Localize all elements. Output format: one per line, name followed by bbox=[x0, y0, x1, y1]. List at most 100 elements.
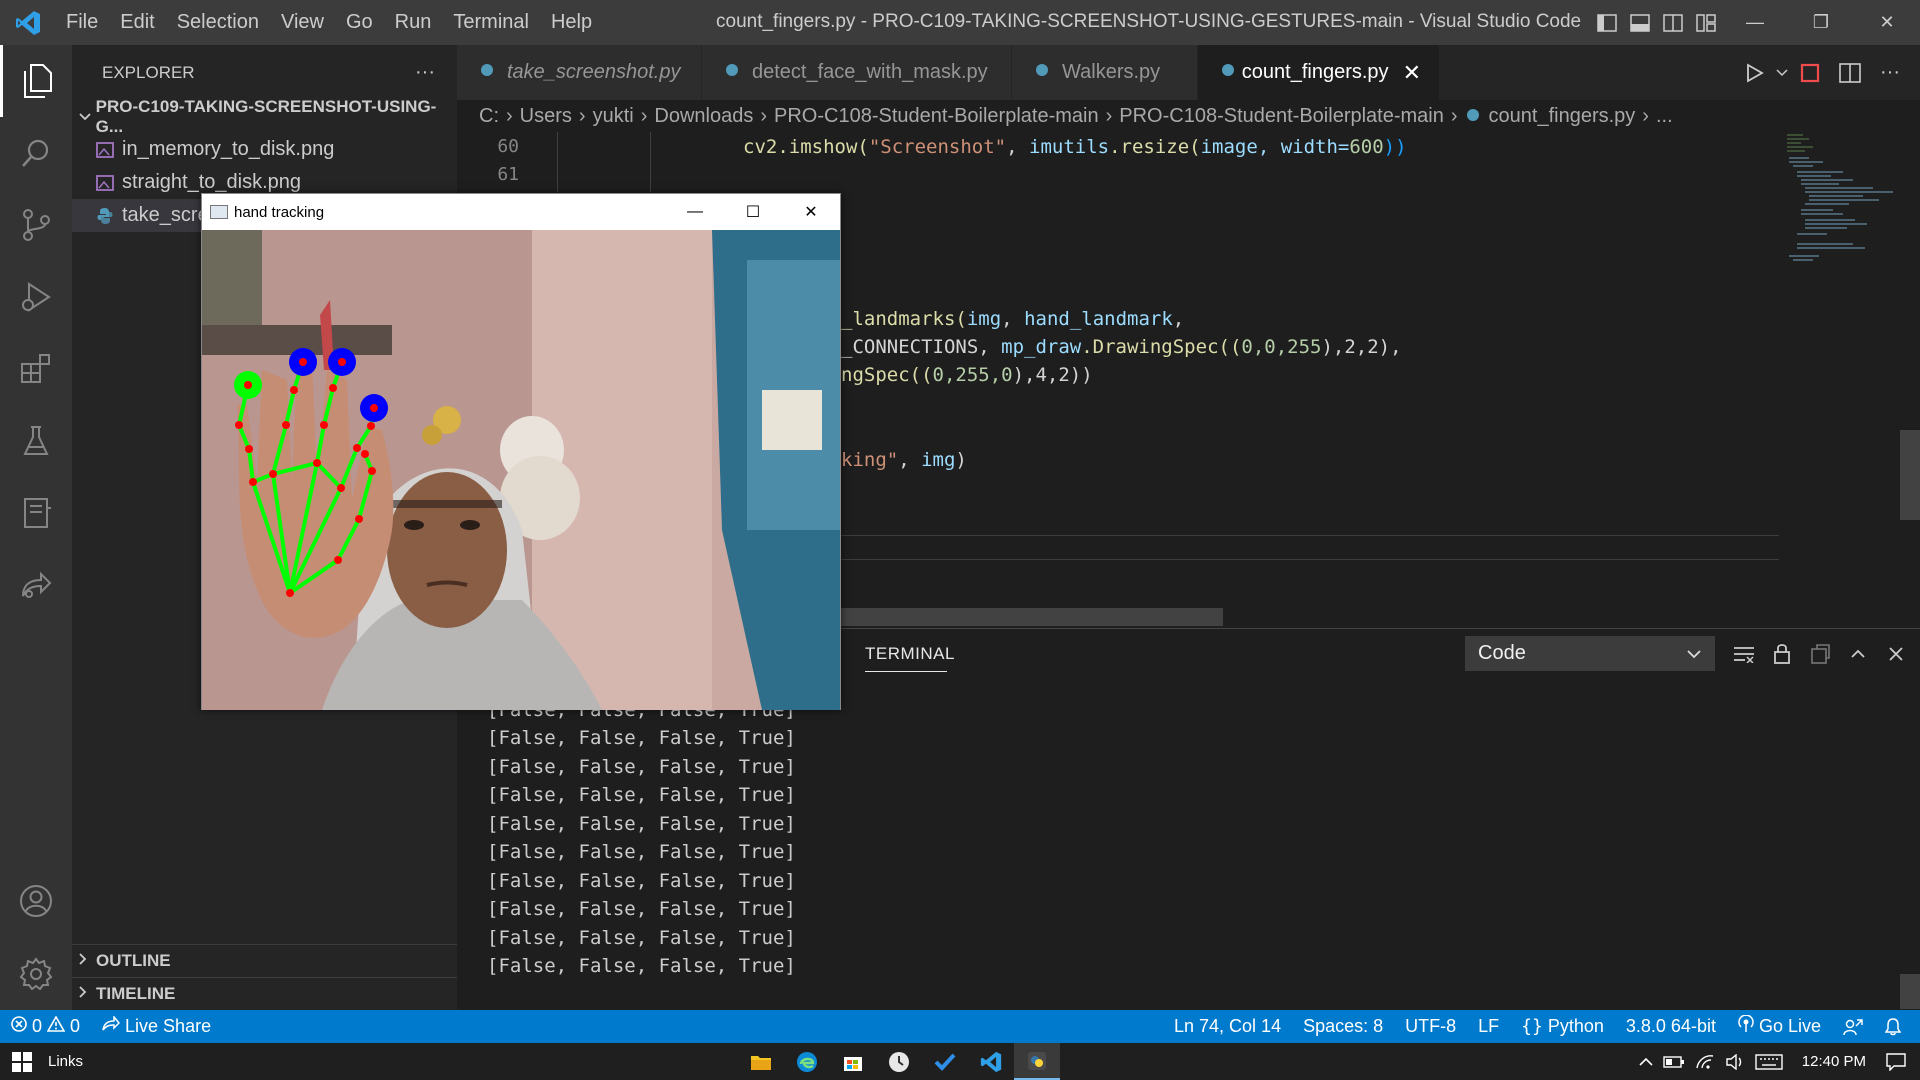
tab-walkers[interactable]: Walkers.py bbox=[1012, 45, 1198, 100]
explorer-title: EXPLORER bbox=[102, 62, 195, 82]
menu-view[interactable]: View bbox=[270, 11, 335, 34]
editor-tabs: take_screenshot.py detect_face_with_mask… bbox=[457, 45, 1920, 100]
menu-help[interactable]: Help bbox=[540, 11, 603, 34]
python-interpreter[interactable]: 3.8.0 64-bit bbox=[1615, 1016, 1727, 1037]
encoding[interactable]: UTF-8 bbox=[1394, 1016, 1467, 1037]
clock-time[interactable]: 12:40 PM bbox=[1788, 1053, 1880, 1070]
code-token: , bbox=[1006, 136, 1030, 158]
minimap[interactable] bbox=[1783, 132, 1905, 280]
menu-file[interactable]: File bbox=[55, 11, 109, 34]
notebook-icon[interactable] bbox=[0, 477, 72, 549]
more-actions-icon[interactable]: ··· bbox=[1870, 61, 1910, 84]
open-in-editor-icon[interactable] bbox=[1801, 636, 1839, 671]
run-debug-icon[interactable] bbox=[0, 261, 72, 333]
menu-run[interactable]: Run bbox=[384, 11, 443, 34]
outline-section[interactable]: OUTLINE bbox=[72, 944, 457, 977]
todo-app-icon[interactable] bbox=[922, 1043, 968, 1080]
source-control-icon[interactable] bbox=[0, 189, 72, 261]
breadcrumb-item[interactable]: C: bbox=[479, 105, 499, 128]
language-mode[interactable]: {} Python bbox=[1510, 1016, 1615, 1037]
editor-vertical-scrollbar[interactable] bbox=[1900, 430, 1920, 520]
problems-status[interactable]: 0 0 bbox=[0, 1015, 91, 1037]
close-button[interactable]: ✕ bbox=[1854, 0, 1920, 45]
explorer-more-actions[interactable]: ··· bbox=[415, 61, 435, 84]
file-item[interactable]: in_memory_to_disk.png bbox=[72, 133, 457, 166]
panel-scrollbar[interactable] bbox=[1900, 974, 1920, 1009]
menu-terminal[interactable]: Terminal bbox=[442, 11, 540, 34]
end-of-line[interactable]: LF bbox=[1467, 1016, 1510, 1037]
microsoft-store-icon[interactable] bbox=[830, 1043, 876, 1080]
go-live-button[interactable]: Go Live bbox=[1727, 1014, 1832, 1038]
cv-minimize-button[interactable]: — bbox=[666, 194, 724, 230]
breadcrumb-item[interactable]: PRO-C108-Student-Boilerplate-main bbox=[774, 105, 1099, 128]
tab-take-screenshot[interactable]: take_screenshot.py bbox=[457, 45, 702, 100]
breadcrumb-item[interactable]: yukti bbox=[593, 105, 634, 128]
restore-button[interactable]: ❐ bbox=[1788, 0, 1854, 45]
live-share-status[interactable]: Live Share bbox=[91, 1014, 222, 1037]
customize-layout-icon[interactable] bbox=[1689, 0, 1722, 45]
editor-horizontal-scrollbar[interactable] bbox=[840, 608, 1223, 626]
vscode-taskbar-icon[interactable] bbox=[968, 1043, 1014, 1080]
code-token: _landmarks( bbox=[841, 308, 967, 330]
close-panel-icon[interactable] bbox=[1877, 636, 1915, 671]
search-icon[interactable] bbox=[0, 117, 72, 189]
maximize-panel-chevron-up-icon[interactable] bbox=[1839, 636, 1877, 671]
python-taskbar-icon[interactable] bbox=[1014, 1043, 1060, 1080]
tab-count-fingers[interactable]: count_fingers.py ✕ bbox=[1198, 45, 1440, 100]
account-icon[interactable] bbox=[0, 865, 72, 937]
run-python-file-icon[interactable] bbox=[1734, 62, 1774, 84]
clock-app-icon[interactable] bbox=[876, 1043, 922, 1080]
show-hidden-icons-chevron-icon[interactable] bbox=[1634, 1057, 1658, 1067]
breadcrumb-item[interactable]: count_fingers.py bbox=[1489, 105, 1636, 128]
menu-go[interactable]: Go bbox=[335, 11, 384, 34]
tab-detect-face-with-mask[interactable]: detect_face_with_mask.py bbox=[702, 45, 1012, 100]
run-dropdown-chevron-icon[interactable] bbox=[1774, 68, 1790, 77]
toggle-panel-icon[interactable] bbox=[1623, 0, 1656, 45]
explorer-icon[interactable] bbox=[0, 45, 72, 117]
file-explorer-icon[interactable] bbox=[738, 1043, 784, 1080]
settings-gear-icon[interactable] bbox=[0, 938, 72, 1010]
code-token: img bbox=[966, 308, 1002, 330]
minimize-button[interactable]: — bbox=[1722, 0, 1788, 45]
windows-taskbar: Links 12:40 PM bbox=[0, 1043, 1920, 1080]
volume-icon[interactable] bbox=[1720, 1053, 1750, 1070]
lock-scroll-icon[interactable] bbox=[1763, 636, 1801, 671]
split-editor-icon[interactable] bbox=[1830, 62, 1870, 83]
hand-tracking-window[interactable]: hand tracking — ☐ ✕ bbox=[201, 193, 841, 710]
feedback-icon[interactable] bbox=[1832, 1018, 1874, 1036]
cursor-position[interactable]: Ln 74, Col 14 bbox=[1163, 1016, 1292, 1037]
cv-maximize-button[interactable]: ☐ bbox=[724, 194, 782, 230]
notifications-bell-icon[interactable] bbox=[1874, 1017, 1912, 1036]
clear-output-icon[interactable] bbox=[1725, 636, 1763, 671]
indentation[interactable]: Spaces: 8 bbox=[1292, 1016, 1394, 1037]
breadcrumb-item[interactable]: Downloads bbox=[654, 105, 753, 128]
testing-icon[interactable] bbox=[0, 405, 72, 477]
toggle-sidebar-icon[interactable] bbox=[1590, 0, 1623, 45]
live-share-icon[interactable] bbox=[0, 549, 72, 621]
breadcrumb-item[interactable]: Users bbox=[520, 105, 572, 128]
links-toolbar[interactable]: Links bbox=[48, 1053, 83, 1070]
windows-start-icon[interactable] bbox=[0, 1043, 44, 1080]
terminal-line: [False, False, False, True] bbox=[487, 927, 796, 949]
title-bar: File Edit Selection View Go Run Terminal… bbox=[0, 0, 1920, 45]
breadcrumb-item[interactable]: ... bbox=[1656, 105, 1673, 128]
output-channel-select[interactable]: Code bbox=[1465, 636, 1715, 671]
wifi-icon[interactable] bbox=[1690, 1054, 1720, 1070]
battery-icon[interactable] bbox=[1658, 1055, 1690, 1068]
notification-center-icon[interactable] bbox=[1880, 1052, 1920, 1071]
edge-browser-icon[interactable] bbox=[784, 1043, 830, 1080]
workspace-folder[interactable]: PRO-C109-TAKING-SCREENSHOT-USING-G... bbox=[72, 97, 457, 136]
menu-selection[interactable]: Selection bbox=[166, 11, 270, 34]
timeline-section[interactable]: TIMELINE bbox=[72, 977, 457, 1010]
tab-terminal[interactable]: TERMINAL bbox=[865, 644, 955, 664]
extensions-icon[interactable] bbox=[0, 333, 72, 405]
breadcrumb-item[interactable]: PRO-C108-Student-Boilerplate-main bbox=[1119, 105, 1444, 128]
code-token: ) bbox=[955, 449, 967, 471]
stop-go-live-icon[interactable] bbox=[1790, 63, 1830, 83]
code-token: , bbox=[898, 449, 922, 471]
cv-close-button[interactable]: ✕ bbox=[782, 194, 840, 230]
tab-close-icon[interactable]: ✕ bbox=[1403, 60, 1421, 86]
toggle-secondary-sidebar-icon[interactable] bbox=[1656, 0, 1689, 45]
menu-edit[interactable]: Edit bbox=[109, 11, 165, 34]
keyboard-icon[interactable] bbox=[1750, 1053, 1788, 1070]
